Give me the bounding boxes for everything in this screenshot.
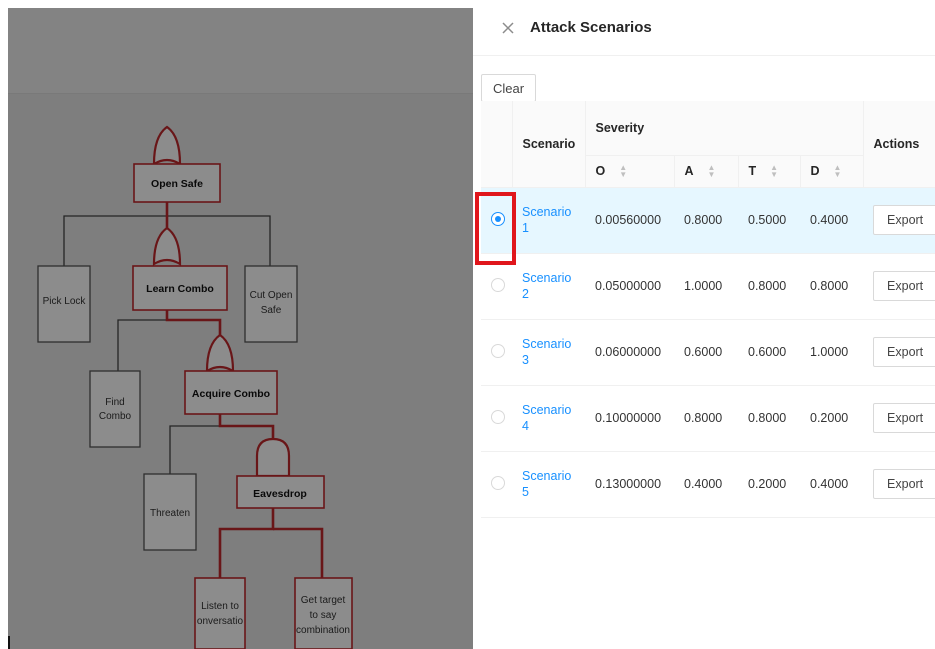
severity-col-label: D xyxy=(810,163,820,178)
table-row[interactable]: Scenario 4 0.10000000 0.8000 0.8000 0.2000 Ex… xyxy=(481,385,935,452)
severity-t-cell: 0.5000 xyxy=(738,187,800,254)
severity-o-cell: 0.00560000 xyxy=(585,187,674,254)
severity-o-cell: 0.05000000 xyxy=(585,253,674,320)
severity-o-cell: 0.13000000 xyxy=(585,451,674,518)
drawer-title: Attack Scenarios xyxy=(530,19,652,36)
severity-d-cell: 0.2000 xyxy=(800,385,864,452)
severity-d-cell: 0.4000 xyxy=(800,187,864,254)
severity-column-header-a[interactable]: A ▲ ▼ xyxy=(674,155,739,188)
severity-column-header-t[interactable]: T ▲ ▼ xyxy=(738,155,801,188)
table-row[interactable]: Scenario 1 0.00560000 0.8000 0.5000 0.4000 Ex… xyxy=(481,187,935,254)
scenario-link[interactable]: Scenario 4 xyxy=(522,403,571,433)
drawer-header: Attack Scenarios xyxy=(473,0,935,56)
export-button[interactable]: Export xyxy=(873,403,935,433)
sort-caret-icon[interactable]: ▲ ▼ xyxy=(619,164,627,179)
severity-col-label: O xyxy=(595,163,606,178)
severity-column-header-o[interactable]: O ▲ ▼ xyxy=(585,155,675,188)
export-button[interactable]: Export xyxy=(873,337,935,367)
severity-col-label: T xyxy=(748,163,757,178)
actions-column-header: Actions xyxy=(863,101,935,188)
scenario-column-header: Scenario xyxy=(512,101,586,188)
severity-t-cell: 0.8000 xyxy=(738,385,800,452)
severity-a-cell: 1.0000 xyxy=(674,253,738,320)
table-row[interactable]: Scenario 5 0.13000000 0.4000 0.2000 0.4000 Ex… xyxy=(481,451,935,518)
severity-group-header: Severity xyxy=(585,101,864,156)
row-radio[interactable] xyxy=(491,277,505,292)
severity-d-cell: 0.8000 xyxy=(800,253,864,320)
sort-caret-icon[interactable]: ▲ ▼ xyxy=(770,164,778,179)
scenarios-table: Scenario Severity Actions O ▲ ▼ A ▲ ▼ T ▲ ▼ D ▲ ▼ S… xyxy=(481,101,935,518)
sort-caret-icon[interactable]: ▲ ▼ xyxy=(708,164,716,179)
severity-column-header-d[interactable]: D ▲ ▼ xyxy=(800,155,864,188)
row-select-cell[interactable] xyxy=(481,319,512,386)
severity-a-cell: 0.6000 xyxy=(674,319,738,386)
scenario-link[interactable]: Scenario 1 xyxy=(522,205,571,235)
severity-a-cell: 0.4000 xyxy=(674,451,738,518)
selection-column-header xyxy=(481,101,513,188)
attack-tree-canvas: Open Safe Pick Lock Learn Combo Cut Open… xyxy=(8,8,473,649)
clear-button[interactable]: Clear xyxy=(481,74,536,102)
severity-o-cell: 0.06000000 xyxy=(585,319,674,386)
severity-col-label: A xyxy=(684,163,694,178)
attack-scenarios-drawer: Attack Scenarios Clear Scenario Severity… xyxy=(473,0,935,649)
export-button[interactable]: Export xyxy=(873,271,935,301)
row-select-cell[interactable] xyxy=(481,253,512,320)
sort-caret-icon[interactable]: ▲ ▼ xyxy=(834,164,842,179)
severity-t-cell: 0.8000 xyxy=(738,253,800,320)
severity-d-cell: 1.0000 xyxy=(800,319,864,386)
severity-t-cell: 0.2000 xyxy=(738,451,800,518)
text-cursor xyxy=(8,636,10,649)
row-radio[interactable] xyxy=(491,409,505,424)
table-row[interactable]: Scenario 2 0.05000000 1.0000 0.8000 0.8000 Ex… xyxy=(481,253,935,320)
severity-d-cell: 0.4000 xyxy=(800,451,864,518)
scenario-link[interactable]: Scenario 2 xyxy=(522,271,571,301)
scenario-link[interactable]: Scenario 5 xyxy=(522,469,571,499)
table-row[interactable]: Scenario 3 0.06000000 0.6000 0.6000 1.0000 Ex… xyxy=(481,319,935,386)
scenario-link[interactable]: Scenario 3 xyxy=(522,337,571,367)
severity-t-cell: 0.6000 xyxy=(738,319,800,386)
close-icon[interactable] xyxy=(499,19,517,37)
export-button[interactable]: Export xyxy=(873,205,935,235)
row-select-cell[interactable] xyxy=(481,187,512,254)
row-select-cell[interactable] xyxy=(481,451,512,518)
row-radio[interactable] xyxy=(491,475,505,490)
row-radio[interactable] xyxy=(491,211,505,226)
severity-o-cell: 0.10000000 xyxy=(585,385,674,452)
severity-a-cell: 0.8000 xyxy=(674,385,738,452)
export-button[interactable]: Export xyxy=(873,469,935,499)
row-radio[interactable] xyxy=(491,343,505,358)
drawer-overlay-mask[interactable] xyxy=(8,8,473,649)
severity-a-cell: 0.8000 xyxy=(674,187,738,254)
row-select-cell[interactable] xyxy=(481,385,512,452)
